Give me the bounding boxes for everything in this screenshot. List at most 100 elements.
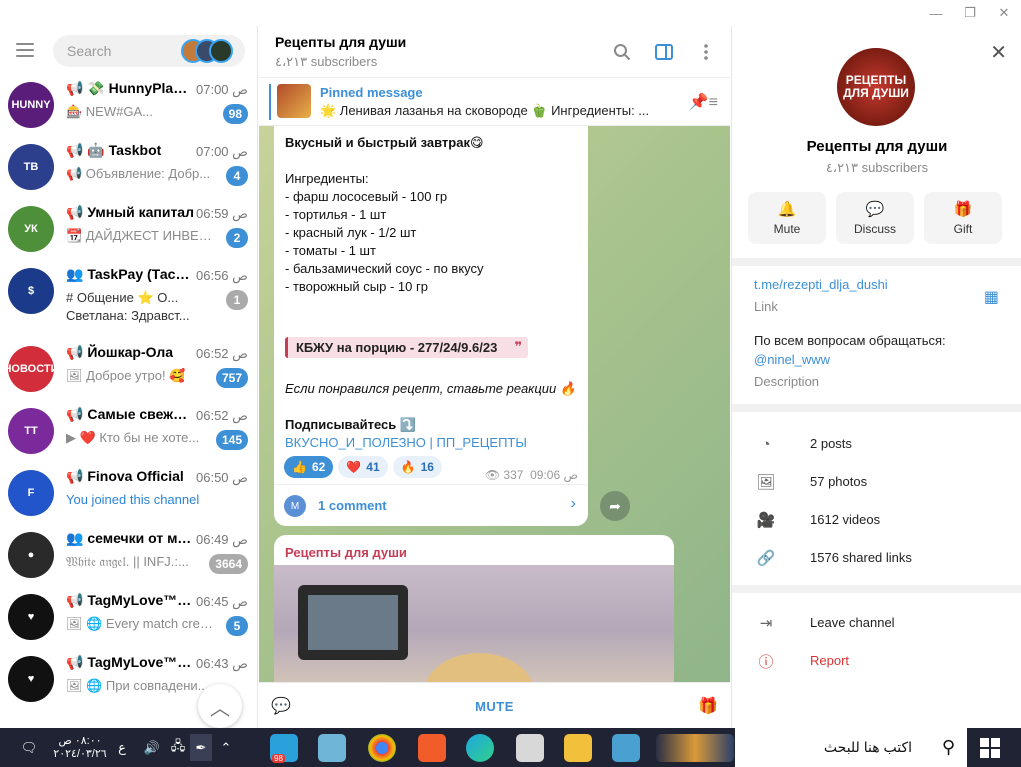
qr-code-icon[interactable]: ▦: [984, 287, 999, 307]
bottom-bar: 💬 MUTE 🎁: [259, 682, 730, 728]
reaction-thumbs-up[interactable]: 👍 62: [284, 456, 334, 478]
post-title: Вкусный и быстрый завтрак😋: [285, 135, 484, 150]
language-indicator[interactable]: ع: [112, 734, 132, 761]
chat-list-item[interactable]: $ 👥 TaskPay (Таскп... ص 06:56 # Общение ⭐ О…: [0, 262, 257, 340]
chat-time: ص 06:50: [196, 470, 248, 485]
hashtag-links[interactable]: ВКУСНО_И_ПОЛЕЗНО | ПП_РЕЦЕПТЫ: [285, 435, 527, 450]
forward-button[interactable]: ➦: [600, 491, 630, 521]
description-text: По всем вопросам обращаться:: [754, 333, 946, 348]
reaction-count: 16: [420, 460, 434, 474]
reaction-fire[interactable]: 🔥 16: [392, 456, 442, 478]
telegram-taskbar-icon[interactable]: 98: [270, 734, 298, 763]
chat-name: 👥 TaskPay (Таскп...: [66, 266, 194, 282]
volume-icon[interactable]: 🔊: [140, 734, 164, 761]
leave-channel-row[interactable]: ⇥ Leave channel: [732, 604, 1021, 642]
brave-taskbar-icon[interactable]: [418, 734, 446, 762]
chat-list-item[interactable]: F 📢 Finova Official ص 06:50 You joined this…: [0, 464, 257, 526]
telegram-window: — ❐ ✕ HUNNY📢 💸 HunnyPlay ...ص 07:00🎰 NEW…: [0, 0, 1021, 728]
story-avatar[interactable]: [209, 39, 233, 63]
mute-action-button[interactable]: 🔔 Mute: [748, 192, 826, 244]
reactions: 👍 62 ❤️ 41 🔥 16: [284, 456, 442, 478]
reaction-heart[interactable]: ❤️ 41: [338, 456, 388, 478]
chat-list-item[interactable]: TB 📢 🤖 Taskbot ص 07:00 📢 Объявление: Добр..…: [0, 138, 257, 200]
maximize-button[interactable]: ❐: [953, 0, 987, 26]
telegram-badge: 98: [272, 754, 285, 763]
notes-taskbar-icon[interactable]: [318, 734, 346, 762]
ingredient-line: - творожный сыр - 10 гр: [285, 279, 428, 294]
clock[interactable]: ٠٨:٠٠ ص ٢٠٢٤/٠٣/٢٦: [50, 734, 110, 761]
channel-link[interactable]: t.me/rezepti_dlja_dushi: [754, 277, 888, 292]
store-taskbar-icon[interactable]: [516, 734, 544, 762]
chevron-up-tray-icon[interactable]: ⌃: [216, 734, 236, 761]
post-message[interactable]: Рецепты для души: [274, 535, 674, 695]
weather-widget[interactable]: [656, 734, 734, 762]
fire-icon: 🔥: [400, 460, 416, 474]
links-row[interactable]: 🔗 1576 shared links: [732, 539, 1021, 577]
post-message[interactable]: Вкусный и быстрый завтрак😋 Ингредиенты: …: [274, 126, 588, 526]
ingredient-line: - томаты - 1 шт: [285, 243, 376, 258]
chat-time: ص 06:59: [196, 206, 248, 221]
channel-header[interactable]: Рецепты для души ٤،٢١٣ subscribers: [259, 26, 730, 78]
link-label: Link: [754, 299, 778, 314]
channel-avatar[interactable]: РЕЦЕПТЫ ДЛЯ ДУШИ: [837, 48, 915, 126]
profile-name: Рецепты для души: [806, 138, 948, 155]
post-photo[interactable]: [274, 565, 674, 695]
channel-subscribers: ٤،٢١٣ subscribers: [275, 54, 378, 69]
mute-button[interactable]: MUTE: [259, 683, 730, 728]
search-input[interactable]: [67, 35, 177, 67]
chat-name: 📢 Умный капитал: [66, 204, 194, 220]
stories-avatars[interactable]: [181, 39, 241, 63]
close-icon[interactable]: ✕: [990, 40, 1007, 65]
sidebar-toggle-icon[interactable]: [652, 40, 676, 64]
chevron-up-icon: ︿: [210, 697, 230, 720]
gift-icon[interactable]: 🎁: [698, 696, 718, 716]
description-handle[interactable]: @ninel_www: [754, 352, 830, 367]
chat-list-item[interactable]: ● 👥 семечки от ма... ص 06:49 𝔚𝔥𝔦𝔱𝔢 𝔞𝔫𝔤𝔢𝔩. |…: [0, 526, 257, 588]
pen-icon[interactable]: ✒: [190, 734, 212, 761]
subscribe-text: Подписывайтесь ⤵️: [285, 417, 417, 432]
discuss-action-button[interactable]: 💬 Discuss: [836, 192, 914, 244]
chat-time: ص 06:43: [196, 656, 248, 671]
photos-row[interactable]: 🖼 57 photos: [732, 463, 1021, 501]
notification-icon[interactable]: 🗨: [14, 734, 44, 761]
chat-list-item[interactable]: УК 📢 Умный капитал ص 06:59 📆 ДАЙДЖЕСТ ИНВЕС…: [0, 200, 257, 262]
minimize-button[interactable]: —: [919, 0, 953, 26]
pinned-message[interactable]: Pinned message 🌟 Ленивая лазанья на сков…: [259, 78, 730, 126]
pin-list-icon[interactable]: 📌≡: [689, 92, 718, 112]
chat-avatar: ♥: [8, 594, 54, 640]
message-time: 09:06 ص: [530, 468, 578, 482]
search-box[interactable]: [53, 35, 245, 67]
chat-avatar: ●: [8, 532, 54, 578]
game-taskbar-icon[interactable]: [612, 734, 640, 762]
windows-start-button[interactable]: [980, 738, 1000, 758]
chat-list-item[interactable]: НОВОСТИ 📢 Йошкар-Ола ص 06:52 🖼 Доброе утро!…: [0, 340, 257, 402]
chat-preview: 🖼 Доброе утро! 🥰: [66, 368, 186, 383]
comments-button[interactable]: M 1 comment ›: [274, 484, 588, 526]
chat-list-item[interactable]: TT 📢 Самые свежие ... ص 06:52 ▶ ❤️ Кто бы н…: [0, 402, 257, 464]
videos-row[interactable]: 🎥 1612 videos: [732, 501, 1021, 539]
search-icon[interactable]: [610, 40, 634, 64]
more-options-icon[interactable]: [694, 40, 718, 64]
reaction-count: 41: [366, 460, 380, 474]
network-icon[interactable]: 🖧: [166, 734, 190, 761]
taskbar-search[interactable]: اكتب هنا للبحث ⚲: [735, 728, 967, 767]
chrome-taskbar-icon[interactable]: [368, 734, 396, 762]
chat-avatar: F: [8, 470, 54, 516]
scroll-up-button[interactable]: ︿: [198, 684, 242, 728]
chat-time: ص 06:56: [196, 268, 248, 283]
posts-count: 2 posts: [810, 436, 852, 451]
report-row[interactable]: ⓘ Report: [732, 642, 1021, 680]
gift-action-button[interactable]: 🎁 Gift: [924, 192, 1002, 244]
posts-row[interactable]: ◔ 2 posts: [732, 425, 1021, 463]
search-row: [0, 26, 257, 76]
message-meta: 👁 337 09:06 ص: [485, 468, 578, 482]
video-icon: 🎥: [756, 512, 776, 529]
chat-name: 👥 семечки от ма...: [66, 530, 194, 546]
edge-taskbar-icon[interactable]: [466, 734, 494, 762]
unread-badge: 757: [215, 368, 248, 388]
close-window-button[interactable]: ✕: [987, 0, 1021, 26]
hamburger-menu-icon[interactable]: [16, 43, 34, 57]
chat-list-item[interactable]: HUNNY 📢 💸 HunnyPlay ... ص 07:00 🎰 NEW#GA...…: [0, 76, 257, 138]
chat-list-item[interactable]: ♥ 📢 TagMyLove™ N... ص 06:45 🖼 🌐 Every match…: [0, 588, 257, 650]
explorer-taskbar-icon[interactable]: [564, 734, 592, 762]
